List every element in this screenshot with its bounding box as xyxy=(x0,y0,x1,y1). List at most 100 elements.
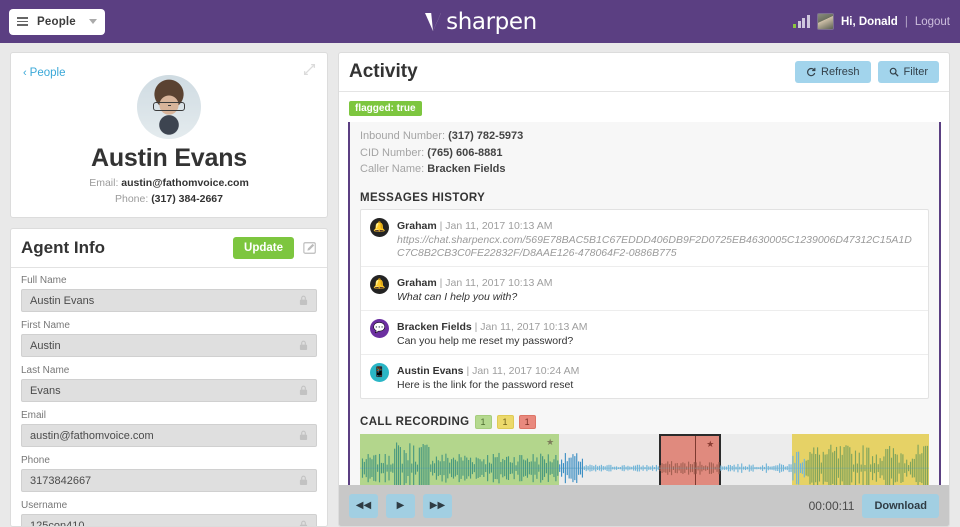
field-input[interactable]: Evans xyxy=(21,379,317,402)
list-item: 🔔 Graham | Jan 11, 2017 10:13 AM What can … xyxy=(361,267,928,311)
chevron-left-icon: ‹ xyxy=(23,67,27,79)
agent-info-field: Phone 3173842667 xyxy=(21,455,317,492)
lock-icon xyxy=(299,475,308,485)
fast-forward-button[interactable]: ▶▶ xyxy=(423,493,452,518)
search-icon xyxy=(889,67,899,77)
message-body: Bracken Fields | Jan 11, 2017 10:13 AM Ca… xyxy=(397,317,919,348)
top-navigation-bar: People sharpen Hi, Donald | Logout xyxy=(0,0,960,43)
message-text: https://chat.sharpencx.com/569E78BAC5B1C… xyxy=(397,233,912,259)
call-meta-line: Caller Name: Bracken Fields xyxy=(360,161,929,178)
refresh-label: Refresh xyxy=(821,66,860,78)
meta-label: CID Number: xyxy=(360,146,425,159)
message-author: Graham xyxy=(397,219,437,232)
message-header: Graham | Jan 11, 2017 10:13 AM xyxy=(397,219,553,232)
agent-info-field: Full Name Austin Evans xyxy=(21,275,317,312)
lock-icon xyxy=(299,295,308,305)
profile-email-line: Email: austin@fathomvoice.com xyxy=(23,177,315,189)
message-text: What can I help you with? xyxy=(397,290,518,303)
chevron-down-icon xyxy=(89,19,97,24)
user-area: Hi, Donald | Logout xyxy=(793,13,950,30)
field-value: 3173842667 xyxy=(30,474,92,487)
expand-icon[interactable] xyxy=(303,63,316,76)
meta-value: (317) 782-5973 xyxy=(448,130,524,142)
chat-icon: 💬 xyxy=(370,318,389,338)
waveform-display[interactable]: ★ ★ xyxy=(360,433,929,485)
main-content: Activity Refresh Filter flagged: true In… xyxy=(338,52,950,527)
message-body: Austin Evans | Jan 11, 2017 10:24 AM Here… xyxy=(397,361,919,392)
meta-label: Inbound Number: xyxy=(360,130,445,142)
message-text: Here is the link for the password reset xyxy=(397,378,574,391)
recording-tag[interactable]: 1 xyxy=(474,414,492,429)
call-meta-line: Inbound Number: (317) 782-5973 xyxy=(360,128,929,145)
hamburger-icon xyxy=(17,17,28,26)
message-timestamp: Jan 11, 2017 10:13 AM xyxy=(445,276,553,289)
phone-label: Phone: xyxy=(114,193,149,205)
play-button[interactable]: ▶ xyxy=(386,493,415,518)
agent-info-fields: Full Name Austin Evans First Name Austin Las… xyxy=(11,268,327,526)
field-input[interactable]: Austin Evans xyxy=(21,289,317,312)
recording-tags: 111 xyxy=(474,414,536,429)
brand-name: sharpen xyxy=(446,8,537,35)
field-label: Phone xyxy=(21,455,50,466)
glasses-detail xyxy=(153,102,185,111)
activity-title: Activity xyxy=(349,61,418,82)
phone-value: (317) 384-2667 xyxy=(151,193,223,205)
message-text: Can you help me reset my password? xyxy=(397,334,574,347)
left-sidebar: ‹ People Austin Evans Email: austin@fath… xyxy=(10,52,328,527)
recording-tag[interactable]: 1 xyxy=(518,414,536,429)
meta-value: (765) 606-8881 xyxy=(427,146,503,159)
meta-label: Caller Name: xyxy=(360,163,425,175)
field-label: First Name xyxy=(21,320,70,331)
list-item: 📱 Austin Evans | Jan 11, 2017 10:24 AM Her… xyxy=(361,355,928,398)
activity-list[interactable]: flagged: true Inbound Number: (317) 782-… xyxy=(339,92,949,485)
refresh-button[interactable]: Refresh xyxy=(795,61,871,83)
filter-label: Filter xyxy=(903,66,928,78)
call-activity-item: Inbound Number: (317) 782-5973 CID Number… xyxy=(348,122,941,485)
message-author: Austin Evans xyxy=(397,364,464,377)
people-menu-button[interactable]: People xyxy=(9,8,105,35)
field-label: Full Name xyxy=(21,275,67,286)
audio-player-controls: ◀◀ ▶ ▶▶ 00:00:11 Download xyxy=(339,485,949,526)
message-author: Graham xyxy=(397,276,437,289)
message-body: Graham | Jan 11, 2017 10:13 AM What can I… xyxy=(397,273,919,304)
logout-link[interactable]: Logout xyxy=(915,16,950,28)
field-label: Username xyxy=(21,500,68,511)
flag-row: flagged: true xyxy=(339,92,949,118)
download-button[interactable]: Download xyxy=(862,493,939,518)
activity-card: Activity Refresh Filter flagged: true In… xyxy=(338,52,950,527)
agent-info-card: Agent Info Update Full Name Austin Evans F… xyxy=(10,228,328,527)
timecode-display: 00:00:11 xyxy=(808,498,855,513)
email-label: Email: xyxy=(89,177,119,189)
lock-icon xyxy=(299,385,308,395)
rewind-button[interactable]: ◀◀ xyxy=(349,493,378,518)
message-header: Austin Evans | Jan 11, 2017 10:24 AM xyxy=(397,364,580,377)
refresh-icon xyxy=(807,67,816,77)
field-input[interactable]: austin@fathomvoice.com xyxy=(21,424,317,447)
filter-button[interactable]: Filter xyxy=(877,61,939,83)
page-body: ‹ People Austin Evans Email: austin@fath… xyxy=(0,43,960,527)
activity-header: Activity Refresh Filter xyxy=(339,53,949,92)
agent-info-field: Username 125con410 xyxy=(21,500,317,526)
message-body: Graham | Jan 11, 2017 10:13 AM https://ch… xyxy=(397,216,919,260)
recording-tag[interactable]: 1 xyxy=(496,414,514,429)
page-title: Austin Evans xyxy=(91,144,247,172)
bell-icon: 🔔 xyxy=(370,217,389,237)
field-label: Last Name xyxy=(21,365,70,376)
messages-list: 🔔 Graham | Jan 11, 2017 10:13 AM https://c… xyxy=(360,208,929,399)
back-to-people-link[interactable]: ‹ People xyxy=(23,67,65,79)
message-header: Graham | Jan 11, 2017 10:13 AM xyxy=(397,276,553,289)
profile-photo xyxy=(137,75,201,139)
edit-icon[interactable] xyxy=(303,241,317,255)
list-item: 💬 Bracken Fields | Jan 11, 2017 10:13 AM C… xyxy=(361,311,928,355)
field-input[interactable]: 3173842667 xyxy=(21,469,317,492)
call-meta-line: CID Number: (765) 606-8881 xyxy=(360,145,929,162)
agent-info-title: Agent Info xyxy=(21,238,106,257)
messages-history-title: MESSAGES HISTORY xyxy=(360,191,486,204)
field-value: Austin xyxy=(30,339,61,352)
field-input[interactable]: Austin xyxy=(21,334,317,357)
field-input[interactable]: 125con410 xyxy=(21,514,317,526)
lock-icon xyxy=(299,520,308,526)
mobile-icon: 📱 xyxy=(370,362,389,382)
email-value: austin@fathomvoice.com xyxy=(121,177,249,189)
update-button[interactable]: Update xyxy=(233,237,294,259)
